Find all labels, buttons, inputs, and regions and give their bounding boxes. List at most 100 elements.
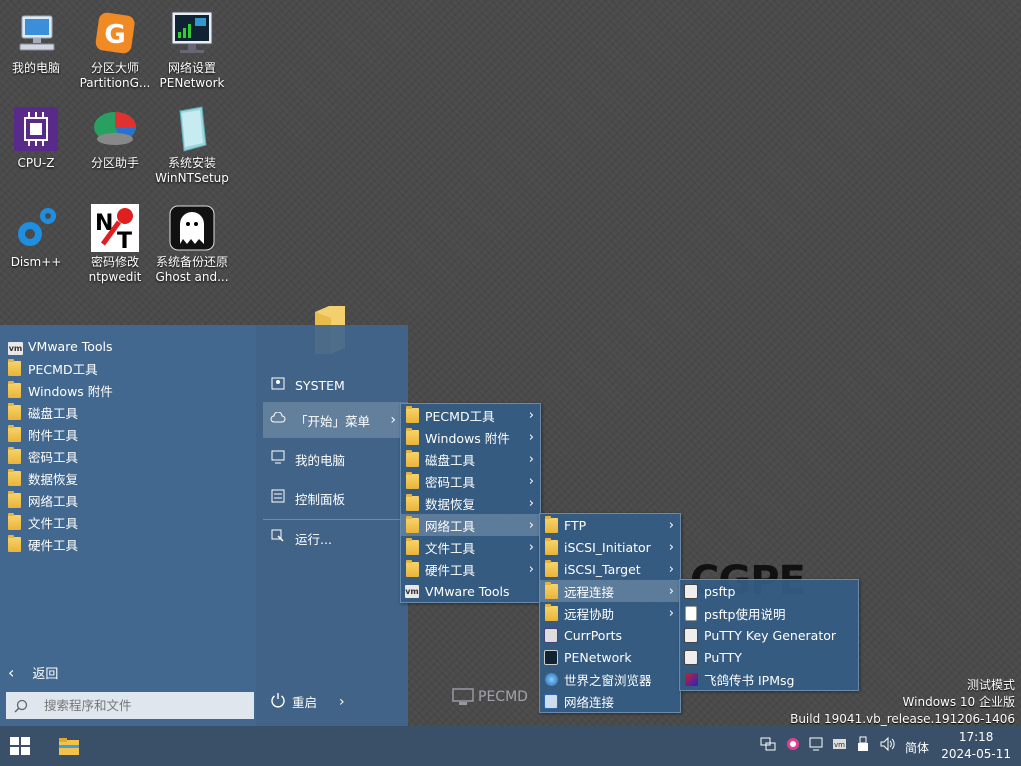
network-tray-icon[interactable] [760,736,776,755]
ime-indicator[interactable]: 简体 [905,739,929,756]
program-folder[interactable]: 网络工具 [8,489,248,511]
folder-icon [544,581,558,599]
program-item-vmware-tools[interactable]: vm VMware Tools [8,335,248,357]
desktop-icon-dism[interactable]: Dism++ [0,204,74,270]
program-folder[interactable]: Windows 附件 [8,379,248,401]
windows-start-icon[interactable] [10,737,30,755]
desktop-icon-label-2: PartitionG... [79,76,151,90]
submenu-label: PECMD工具 [425,408,495,424]
folder-icon [405,537,419,555]
usb-tray-icon[interactable] [857,736,869,755]
folder-icon [8,358,21,376]
desktop-icon-ghost[interactable]: 系统备份还原 Ghost and... [154,204,230,285]
submenu-label: FTP [564,517,587,533]
clock[interactable]: 17:18 2024-05-11 [941,729,1011,763]
submenu-item[interactable]: iSCSI_Target › [540,558,680,580]
submenu-item[interactable]: 数据恢复 › [401,492,540,514]
search-icon [14,699,28,713]
globe-icon [544,672,558,686]
restart-button[interactable]: 重启 › [270,692,345,711]
desktop-icon-label-2: Ghost and... [155,270,229,284]
power-icon [270,692,286,711]
folder-icon [405,515,419,533]
vmware-tray-icon[interactable]: vm [832,736,848,755]
chevron-right-icon: › [668,539,674,555]
file-explorer-icon[interactable] [58,736,80,756]
submenu-item[interactable]: PuTTY Key Generator [680,624,858,646]
record-tray-icon[interactable] [785,736,801,755]
submenu-item[interactable]: 文件工具 › [401,536,540,558]
restart-label: 重启 [292,695,318,710]
monitor-icon [269,450,287,468]
program-folder[interactable]: 文件工具 [8,511,248,533]
desktop-icon-network-settings[interactable]: 网络设置 PENetwork [154,10,230,91]
submenu-item[interactable]: PuTTY [680,646,858,668]
menu-system[interactable]: SYSTEM [263,367,408,403]
desktop-icon-cpu-z[interactable]: CPU-Z [0,105,74,171]
partition-assistant-icon [91,105,139,153]
folder-icon [544,603,558,621]
chevron-right-icon[interactable]: › [339,694,345,710]
chevron-right-icon: › [668,561,674,577]
folder-icon [544,515,558,533]
key-icon: NT [91,204,139,254]
submenu-item[interactable]: 密码工具 › [401,470,540,492]
submenu-item[interactable]: 远程协助 › [540,602,680,624]
menu-control-panel[interactable]: 控制面板 [263,480,408,516]
desktop-icon-label: 分区助手 [90,156,139,170]
program-label: 附件工具 [28,427,79,443]
submenu-item[interactable]: 磁盘工具 › [401,448,540,470]
menu-run[interactable]: 运行... [263,520,408,556]
desktop-icon-label: 系统安装 [167,156,216,170]
test-mode-label: 测试模式 [966,678,1015,692]
chevron-right-icon: › [528,517,534,533]
submenu-item[interactable]: PENetwork [540,646,680,668]
desktop-icon-winntsetup[interactable]: 系统安装 WinNTSetup [154,105,230,186]
chevron-right-icon: › [528,451,534,467]
folder-icon [405,471,419,489]
program-folder[interactable]: 附件工具 [8,423,248,445]
volume-icon[interactable] [879,736,897,755]
taskbar: vm 简体 17:18 2024-05-11 [0,726,1021,766]
menu-label: 「开始」菜单 [295,413,371,429]
desktop-icon-my-computer[interactable]: 我的电脑 [0,10,74,76]
program-folder[interactable]: 硬件工具 [8,533,248,555]
submenu-item[interactable]: iSCSI_Initiator › [540,536,680,558]
folder-icon [8,402,21,420]
submenu-label: 数据恢复 [425,496,476,512]
submenu-item[interactable]: 世界之窗浏览器 [540,668,680,690]
program-folder[interactable]: 数据恢复 [8,467,248,489]
search-input[interactable] [42,697,246,714]
submenu-item-network-tools[interactable]: 网络工具 › [401,514,540,536]
windows-edition-label: Windows 10 企业版 [902,695,1015,709]
submenu-item[interactable]: vm VMware Tools [401,580,540,602]
back-button[interactable]: ‹ 返回 [8,663,58,682]
program-label: 网络工具 [28,493,79,509]
submenu-item[interactable]: PECMD工具 › [401,404,540,426]
submenu-item[interactable]: FTP › [540,514,680,536]
chevron-right-icon: › [668,605,674,621]
search-box[interactable] [6,692,254,719]
submenu-item[interactable]: psftp [680,580,858,602]
submenu-item[interactable]: 网络连接 [540,690,680,712]
desktop-icon-ntpwedit[interactable]: NT 密码修改 ntpwedit [77,204,153,285]
desktop-icon-partition-master[interactable]: G 分区大师 PartitionG... [77,10,153,91]
vmware-icon: vm [8,341,23,355]
submenu-item-remote-connection[interactable]: 远程连接 › [540,580,680,602]
program-folder[interactable]: 磁盘工具 [8,401,248,423]
chevron-right-icon: › [528,407,534,423]
desktop-icon-partition-assistant[interactable]: 分区助手 [77,105,153,171]
submenu-item[interactable]: 硬件工具 › [401,558,540,580]
menu-start-menu[interactable]: 「开始」菜单 › [263,402,408,438]
menu-my-computer[interactable]: 我的电脑 [263,441,408,477]
program-folder[interactable]: 密码工具 [8,445,248,467]
program-folder[interactable]: PECMD工具 [8,357,248,379]
submenu-label: 密码工具 [425,474,476,490]
ghost-icon [168,204,216,252]
partition-guru-icon: G [91,10,139,58]
submenu-item[interactable]: CurrPorts [540,624,680,646]
submenu-item[interactable]: psftp使用说明 [680,602,858,624]
display-tray-icon[interactable] [809,736,825,755]
ipmsg-icon [684,672,698,686]
submenu-item[interactable]: Windows 附件 › [401,426,540,448]
